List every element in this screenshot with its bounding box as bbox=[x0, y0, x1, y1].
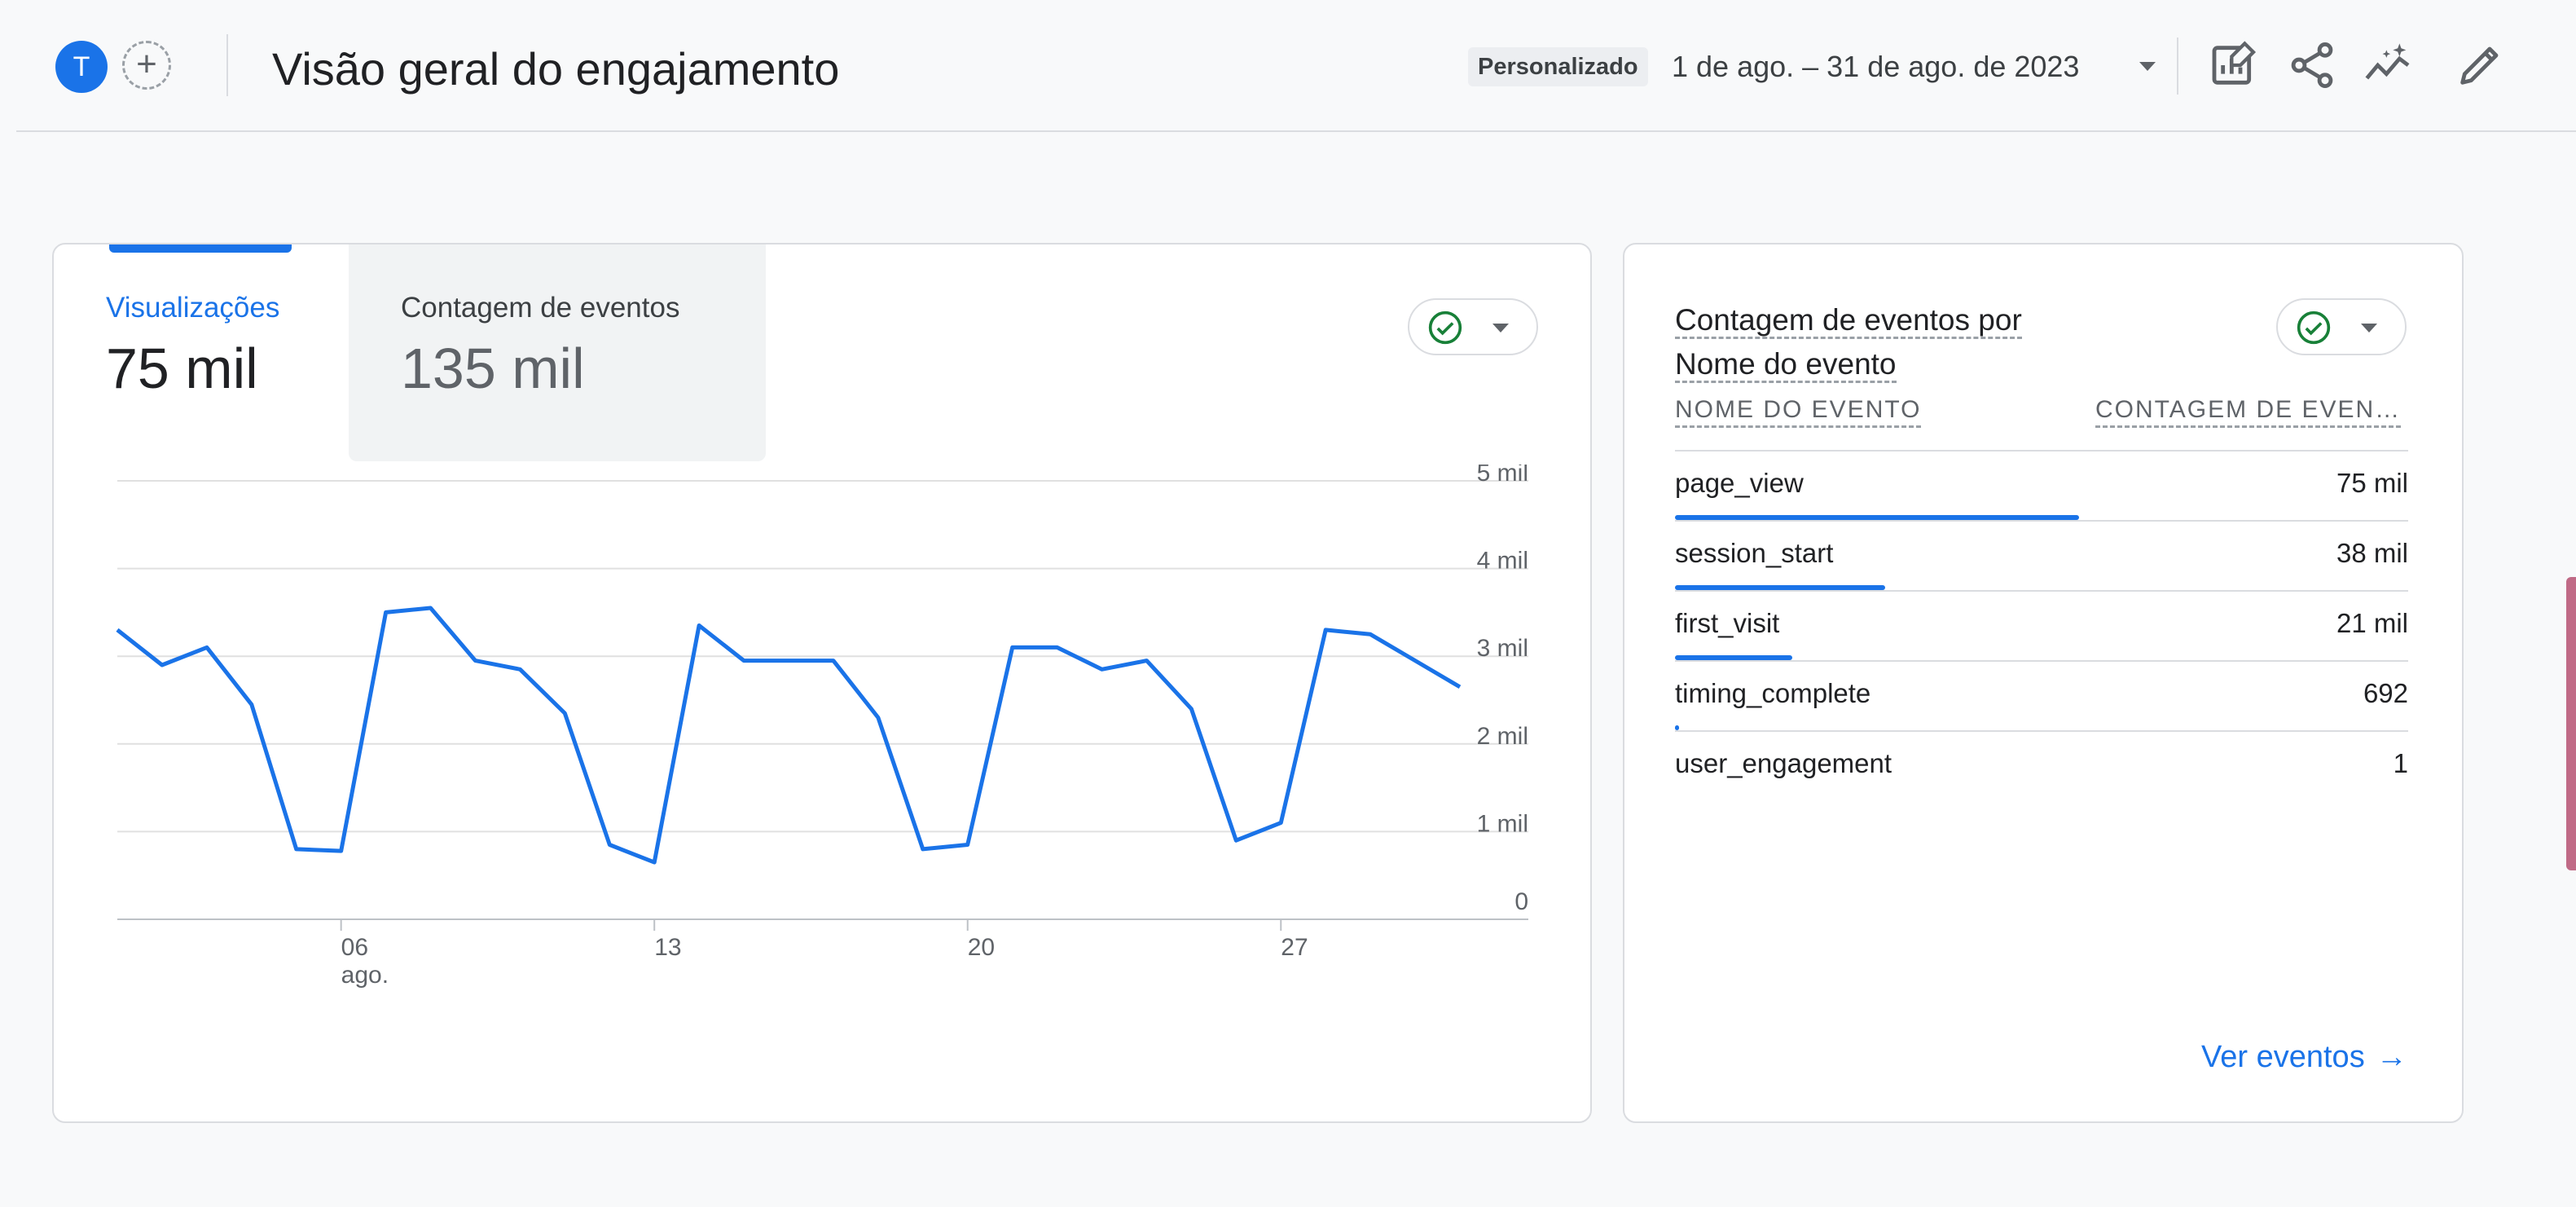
event-count: 75 mil bbox=[2336, 468, 2408, 498]
page-title: Visão geral do engajamento bbox=[272, 43, 840, 95]
edit-report-icon[interactable] bbox=[2208, 39, 2260, 91]
data-point bbox=[562, 711, 567, 716]
data-quality-menu-button[interactable] bbox=[1408, 298, 1538, 355]
tab-event-count[interactable]: Contagem de eventos 135 mil bbox=[349, 244, 766, 461]
chevron-down-icon bbox=[2361, 324, 2377, 333]
data-point bbox=[1010, 645, 1015, 650]
data-point bbox=[339, 848, 344, 853]
chevron-down-icon bbox=[1492, 324, 1509, 333]
table-row[interactable]: session_start 38 mil bbox=[1675, 520, 2408, 592]
date-range-picker[interactable]: 1 de ago. – 31 de ago. de 2023 bbox=[1672, 47, 2079, 86]
share-icon[interactable] bbox=[2286, 39, 2338, 91]
events-by-name-card: Contagem de eventos por Nome do evento N… bbox=[1623, 243, 2464, 1123]
x-axis: 06ago. 13 20 27 bbox=[340, 919, 1308, 989]
chevron-down-icon[interactable] bbox=[2139, 62, 2156, 71]
data-point bbox=[1413, 659, 1418, 663]
column-header-event-name[interactable]: NOME DO EVENTO bbox=[1675, 396, 1922, 428]
x-tick-label: 20 bbox=[968, 934, 995, 961]
event-count: 692 bbox=[2363, 678, 2408, 708]
data-point bbox=[965, 843, 970, 848]
card-title-metric[interactable]: Contagem de eventos por bbox=[1675, 303, 2022, 339]
event-count: 38 mil bbox=[2336, 538, 2408, 568]
event-name: first_visit bbox=[1675, 608, 1780, 638]
data-point bbox=[1368, 632, 1373, 637]
tab-views[interactable]: Visualizações 75 mil bbox=[54, 244, 347, 465]
data-point bbox=[204, 645, 209, 650]
header-divider bbox=[2177, 37, 2178, 95]
x-tick-label: 06 bbox=[341, 934, 368, 961]
data-point bbox=[429, 606, 433, 610]
data-point bbox=[384, 610, 389, 615]
data-point bbox=[1457, 685, 1462, 689]
table-row[interactable]: timing_complete 692 bbox=[1675, 660, 2408, 732]
table-row[interactable]: page_view 75 mil bbox=[1675, 450, 2408, 522]
data-point bbox=[697, 623, 701, 628]
see-events-label: Ver eventos bbox=[2201, 1040, 2365, 1074]
side-panel-tab[interactable] bbox=[2566, 577, 2576, 870]
data-points bbox=[115, 606, 1462, 865]
see-events-link[interactable]: Ver eventos → bbox=[2201, 1040, 2407, 1075]
y-tick-label: 0 bbox=[1514, 888, 1528, 915]
insights-icon[interactable] bbox=[2363, 39, 2415, 91]
metric-value: 135 mil bbox=[401, 337, 585, 400]
check-circle-icon bbox=[2297, 311, 2331, 345]
data-point bbox=[921, 847, 925, 852]
data-point bbox=[831, 659, 836, 663]
data-point bbox=[652, 860, 657, 865]
table-row[interactable]: user_engagement 1 bbox=[1675, 730, 2408, 802]
y-tick-label: 4 mil bbox=[1477, 548, 1528, 575]
chart-grid bbox=[117, 480, 1528, 920]
data-point bbox=[1055, 645, 1060, 650]
y-axis: 0 1 mil 2 mil 3 mil 4 mil 5 mil bbox=[1477, 465, 1528, 915]
data-point bbox=[786, 659, 791, 663]
data-point bbox=[517, 667, 522, 672]
table-row[interactable]: first_visit 21 mil bbox=[1675, 590, 2408, 662]
column-header-event-count[interactable]: CONTAGEM DE EVEN… bbox=[2095, 396, 2402, 428]
metric-value: 75 mil bbox=[106, 337, 258, 400]
event-name: timing_complete bbox=[1675, 678, 1871, 708]
views-line-chart: 0 1 mil 2 mil 3 mil 4 mil 5 mil 06ago. 13 20 27 bbox=[115, 465, 1528, 989]
add-comparison-button[interactable]: + bbox=[122, 41, 171, 90]
metric-label: Contagem de eventos bbox=[401, 292, 680, 324]
header-divider bbox=[226, 34, 228, 96]
data-point bbox=[294, 847, 299, 852]
data-point bbox=[160, 663, 165, 667]
page-header: T + Visão geral do engajamento Personali… bbox=[16, 7, 2576, 132]
y-tick-label: 1 mil bbox=[1477, 810, 1528, 837]
y-tick-label: 3 mil bbox=[1477, 635, 1528, 662]
y-tick-label: 5 mil bbox=[1477, 465, 1528, 487]
event-name: page_view bbox=[1675, 468, 1804, 498]
data-point bbox=[1233, 838, 1238, 843]
data-point bbox=[115, 628, 120, 632]
event-count: 1 bbox=[2393, 748, 2408, 778]
card-title-dimension[interactable]: Nome do evento bbox=[1675, 347, 1897, 383]
data-point bbox=[1189, 707, 1193, 711]
data-point bbox=[249, 702, 254, 707]
event-name: user_engagement bbox=[1675, 748, 1892, 778]
data-point bbox=[473, 659, 477, 663]
pencil-icon[interactable] bbox=[2454, 39, 2506, 91]
data-point bbox=[741, 659, 746, 663]
data-point bbox=[1323, 628, 1328, 632]
metric-label: Visualizações bbox=[106, 292, 280, 324]
date-range-type-chip[interactable]: Personalizado bbox=[1468, 47, 1648, 86]
x-tick-sublabel: ago. bbox=[341, 962, 389, 989]
data-point bbox=[1100, 667, 1105, 672]
series-line bbox=[116, 606, 1462, 865]
data-quality-menu-button[interactable] bbox=[2276, 298, 2407, 355]
y-tick-label: 2 mil bbox=[1477, 723, 1528, 750]
data-point bbox=[1144, 659, 1149, 663]
avatar[interactable]: T bbox=[55, 41, 108, 93]
event-name: session_start bbox=[1675, 538, 1834, 568]
data-point bbox=[1278, 821, 1283, 826]
check-circle-icon bbox=[1428, 311, 1462, 345]
card-title: Contagem de eventos por Nome do evento bbox=[1675, 298, 2099, 386]
x-tick-label: 27 bbox=[1281, 934, 1308, 961]
arrow-right-icon: → bbox=[2376, 1040, 2407, 1074]
x-tick-label: 13 bbox=[654, 934, 681, 961]
data-point bbox=[876, 716, 881, 720]
overview-card: Visualizações 75 mil Contagem de eventos… bbox=[52, 243, 1592, 1123]
data-point bbox=[607, 843, 612, 848]
event-count: 21 mil bbox=[2336, 608, 2408, 638]
